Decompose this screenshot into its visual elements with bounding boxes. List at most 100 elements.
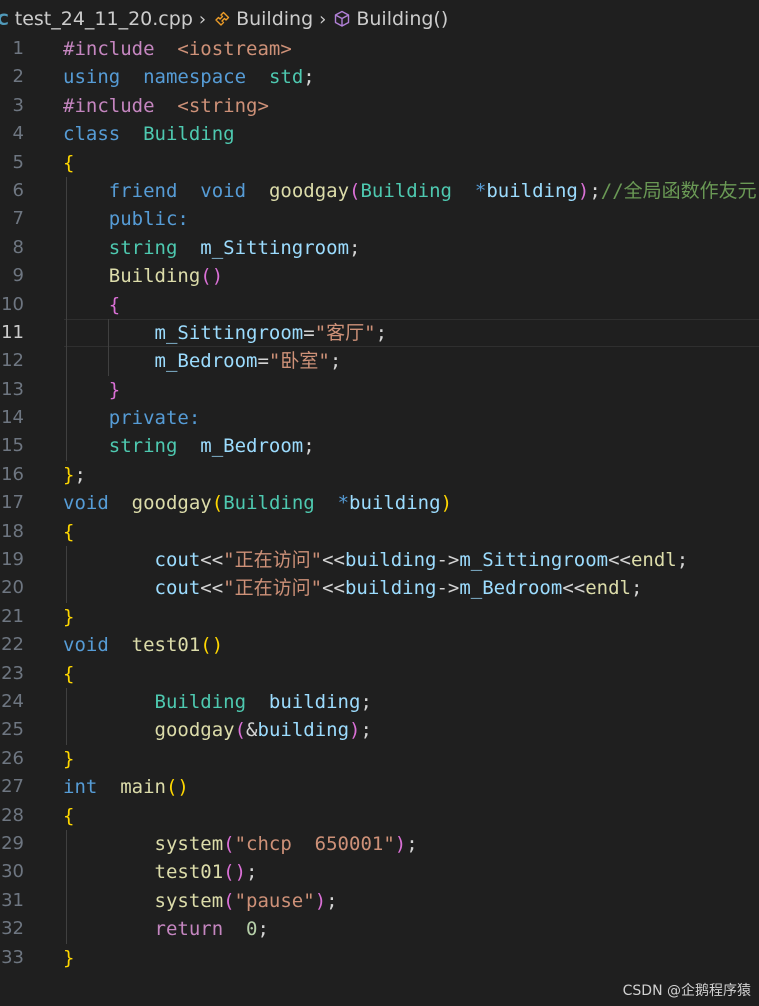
code-line[interactable]: 25 goodgay(&building);	[0, 716, 759, 744]
code-text[interactable]: system("chcp 650001");	[63, 830, 418, 858]
code-area[interactable]: 1 #include <iostream> 2 using namespace std…	[0, 35, 759, 972]
code-token: ()	[223, 861, 247, 884]
code-text[interactable]: #include <iostream>	[63, 35, 292, 63]
code-token: m_Sittingroom	[200, 236, 350, 259]
line-number: 26	[1, 747, 24, 769]
code-text[interactable]: }	[63, 745, 74, 773]
code-token: (	[211, 492, 224, 515]
code-line[interactable]: 9 Building()	[0, 262, 759, 290]
line-number: 7	[12, 208, 24, 230]
code-line[interactable]: 2 using namespace std;	[0, 63, 759, 91]
line-number: 13	[1, 378, 24, 400]
code-text[interactable]: };	[63, 461, 86, 489]
code-line[interactable]: 33}	[0, 944, 759, 972]
code-line[interactable]: 3 #include <string>	[0, 92, 759, 120]
code-text[interactable]: {	[63, 802, 74, 830]
code-text[interactable]: }	[63, 944, 74, 972]
code-line[interactable]: 20 cout<<"正在访问"<<building->m_Bedroom<<en…	[0, 574, 759, 602]
code-text[interactable]: cout<<"正在访问"<<building->m_Bedroom<<endl;	[63, 574, 643, 602]
code-text[interactable]: public:	[63, 205, 189, 233]
code-text[interactable]: Building()	[63, 262, 223, 290]
code-text[interactable]: m_Bedroom="卧室";	[63, 347, 342, 375]
code-line[interactable]: 30 test01();	[0, 858, 759, 886]
code-line[interactable]: 23 {	[0, 660, 759, 688]
code-text[interactable]: int main()	[63, 773, 189, 801]
code-line[interactable]: 6 friend void goodgay(Building *building…	[0, 177, 759, 205]
breadcrumb: C test_24_11_20.cpp › Building › Buildin…	[0, 0, 759, 38]
code-text[interactable]: string m_Sittingroom;	[63, 234, 361, 262]
code-line[interactable]: 19 cout<<"正在访问"<<building->m_Sittingroom…	[0, 546, 759, 574]
code-text[interactable]: #include <string>	[63, 92, 269, 120]
code-line[interactable]: 18 {	[0, 518, 759, 546]
code-line[interactable]: 4 class Building	[0, 120, 759, 148]
code-text[interactable]: void test01()	[63, 631, 223, 659]
code-token: &	[246, 719, 258, 742]
code-line[interactable]: 10 {	[0, 291, 759, 319]
code-token: endl	[630, 549, 677, 572]
code-editor[interactable]: C test_24_11_20.cpp › Building › Buildin…	[0, 0, 759, 1006]
code-text[interactable]: using namespace std;	[63, 63, 315, 91]
code-text[interactable]: goodgay(&building);	[63, 716, 372, 744]
code-token: endl	[585, 577, 631, 600]
code-token: using	[63, 66, 121, 89]
code-line[interactable]: 14 private:	[0, 404, 759, 432]
code-line[interactable]: 17 void goodgay(Building *building)	[0, 489, 759, 517]
code-text[interactable]: }	[63, 376, 120, 404]
code-line[interactable]: 16};	[0, 461, 759, 489]
code-line[interactable]: 11 m_Sittingroom="客厅";	[0, 318, 759, 348]
line-number: 32	[1, 918, 24, 940]
watermark: CSDN @企鹅程序猿	[622, 983, 751, 999]
code-text[interactable]: return 0;	[63, 915, 269, 943]
code-line[interactable]: 7 public:	[0, 205, 759, 233]
code-text[interactable]: string m_Bedroom;	[63, 432, 315, 460]
code-line[interactable]: 12 m_Bedroom="卧室";	[0, 347, 759, 375]
code-line[interactable]: 21}	[0, 603, 759, 631]
code-token: Building	[360, 179, 452, 202]
code-text[interactable]: m_Sittingroom="客厅";	[63, 319, 388, 347]
code-text[interactable]: {	[63, 149, 74, 177]
code-line[interactable]: 26}	[0, 745, 759, 773]
code-line[interactable]: 13 }	[0, 376, 759, 404]
code-token: ;	[676, 549, 689, 572]
code-text[interactable]: system("pause");	[63, 887, 338, 915]
line-number: 27	[1, 776, 24, 798]
code-text[interactable]: {	[63, 291, 120, 319]
breadcrumb-file[interactable]: test_24_11_20.cpp	[15, 8, 193, 30]
code-text[interactable]: test01();	[63, 858, 258, 886]
code-token: )	[577, 179, 590, 202]
line-number: 10	[1, 293, 24, 315]
line-number: 23	[1, 662, 24, 684]
code-line[interactable]: 5{	[0, 149, 759, 177]
code-line[interactable]: 27 int main()	[0, 773, 759, 801]
line-number: 22	[1, 634, 24, 656]
code-text[interactable]: }	[63, 603, 74, 631]
code-text[interactable]: {	[63, 660, 74, 688]
line-number: 15	[1, 435, 24, 457]
code-line[interactable]: 15 string m_Bedroom;	[0, 432, 759, 460]
breadcrumb-method[interactable]: Building()	[356, 8, 448, 30]
code-line[interactable]: 31 system("pause");	[0, 887, 759, 915]
code-line[interactable]: 8 string m_Sittingroom;	[0, 234, 759, 262]
line-number: 19	[1, 549, 24, 571]
code-line[interactable]: 22 void test01()	[0, 631, 759, 659]
code-text[interactable]: friend void goodgay(Building *building);…	[63, 177, 757, 205]
code-text[interactable]: private:	[63, 404, 201, 432]
code-text[interactable]: {	[63, 518, 74, 546]
code-token: Building	[108, 265, 201, 288]
breadcrumb-class[interactable]: Building	[236, 8, 313, 30]
code-text[interactable]: Building building;	[63, 688, 372, 716]
code-text[interactable]: cout<<"正在访问"<<building->m_Sittingroom<<e…	[63, 546, 689, 574]
code-line[interactable]: 24 Building building;	[0, 688, 759, 716]
code-token: goodgay	[268, 179, 350, 202]
code-line[interactable]: 28 {	[0, 802, 759, 830]
code-line[interactable]: 32 return 0;	[0, 915, 759, 943]
code-text[interactable]: class Building	[63, 120, 235, 148]
code-line[interactable]: 29 system("chcp 650001");	[0, 830, 759, 858]
code-line[interactable]: 1 #include <iostream>	[0, 35, 759, 63]
code-text[interactable]: void goodgay(Building *building)	[63, 489, 452, 517]
